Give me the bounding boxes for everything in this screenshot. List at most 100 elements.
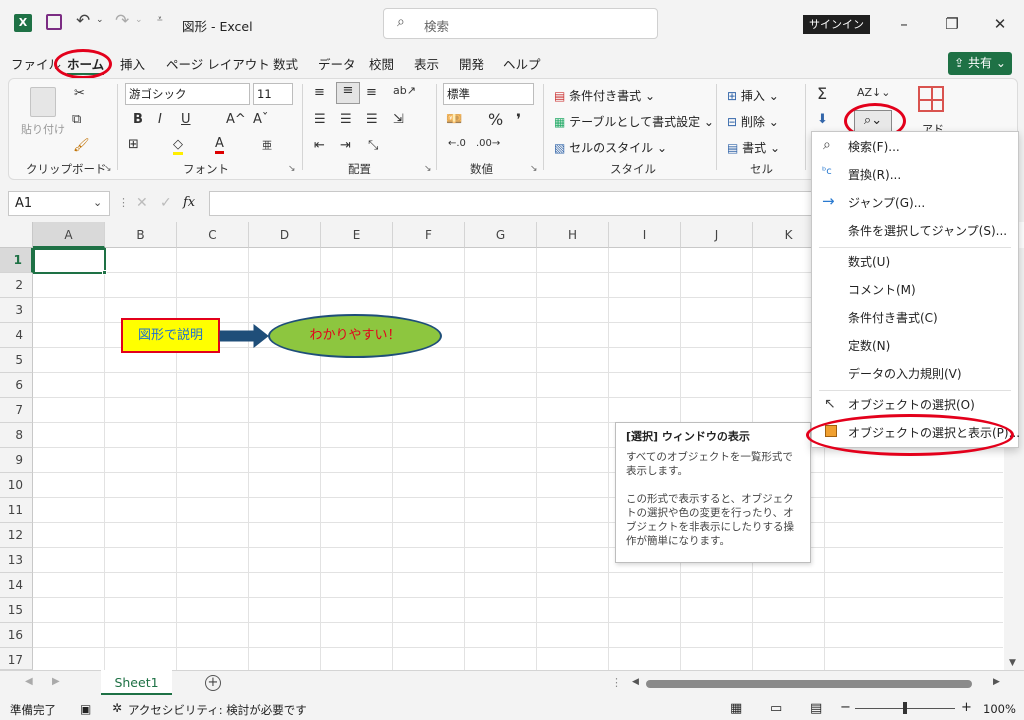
column-header[interactable]: J — [681, 222, 753, 248]
row-header[interactable]: 8 — [0, 423, 33, 448]
clipboard-launcher-icon[interactable]: ↘ — [104, 164, 112, 174]
percent-icon[interactable]: % — [488, 110, 503, 129]
column-header[interactable]: G — [465, 222, 537, 248]
row-header[interactable]: 7 — [0, 398, 33, 423]
shape-arrow[interactable] — [218, 322, 270, 350]
menu-item-goto-special[interactable]: 条件を選択してジャンプ(S)... — [848, 219, 1007, 243]
tab-formulas[interactable]: 数式 — [273, 54, 298, 73]
column-header[interactable]: F — [393, 222, 465, 248]
tab-help[interactable]: ヘルプ — [503, 54, 541, 73]
restore-icon[interactable]: ❐ — [938, 10, 966, 38]
insert-function-icon[interactable]: fx — [183, 195, 195, 210]
customize-qat-icon[interactable]: ⩡ — [157, 14, 163, 25]
font-launcher-icon[interactable]: ↘ — [288, 164, 296, 174]
menu-item-conditional[interactable]: 条件付き書式(C) — [848, 306, 938, 330]
align-center-icon[interactable]: ☰ — [340, 112, 352, 127]
decrease-decimal-icon[interactable]: .00→ — [476, 138, 500, 149]
menu-item-find[interactable]: 検索(F)... — [848, 135, 900, 159]
next-sheet-icon[interactable]: ▶ — [52, 676, 60, 687]
orientation-icon[interactable]: ab↗ — [393, 84, 416, 97]
row-header[interactable]: 6 — [0, 373, 33, 398]
active-cell-a1[interactable] — [33, 248, 106, 274]
accessibility-icon[interactable]: ✲ — [112, 701, 122, 715]
fill-color-icon[interactable]: ◇ — [173, 137, 183, 155]
column-header[interactable]: E — [321, 222, 393, 248]
border-icon[interactable]: ⊞ — [128, 137, 139, 152]
column-header[interactable]: I — [609, 222, 681, 248]
select-all-corner[interactable] — [0, 222, 33, 248]
save-icon[interactable] — [46, 14, 62, 30]
zoom-in-icon[interactable]: + — [961, 700, 972, 715]
row-header[interactable]: 16 — [0, 623, 33, 648]
paste-icon[interactable] — [30, 87, 56, 117]
formula-input[interactable] — [209, 191, 814, 216]
row-header[interactable]: 11 — [0, 498, 33, 523]
redo-icon[interactable]: ↷ — [115, 11, 129, 31]
cut-icon[interactable]: ✂ — [74, 86, 85, 101]
cell-styles-button[interactable]: ▧ セルのスタイル ⌄ — [554, 139, 667, 156]
menu-item-replace[interactable]: 置換(R)... — [848, 163, 901, 187]
search-box[interactable]: ⌕ 検索 — [383, 8, 658, 39]
fill-icon[interactable]: ⬇ — [817, 112, 828, 127]
font-name-combo[interactable]: 游ゴシック — [125, 83, 250, 105]
autosum-icon[interactable]: Σ — [817, 84, 827, 103]
page-layout-view-icon[interactable]: ▭ — [770, 701, 782, 716]
undo-dropdown-icon[interactable]: ⌄ — [96, 15, 104, 25]
zoom-out-icon[interactable]: − — [840, 700, 851, 715]
row-header[interactable]: 14 — [0, 573, 33, 598]
menu-item-goto[interactable]: ジャンプ(G)... — [848, 191, 925, 215]
undo-icon[interactable]: ↶ — [76, 11, 90, 31]
add-sheet-icon[interactable]: + — [205, 675, 221, 691]
menu-item-formulas[interactable]: 数式(U) — [848, 250, 890, 274]
macro-record-icon[interactable]: ▣ — [80, 702, 91, 716]
menu-item-constants[interactable]: 定数(N) — [848, 334, 890, 358]
decrease-font-icon[interactable]: Aˇ — [253, 112, 268, 127]
italic-icon[interactable]: I — [158, 112, 162, 127]
menu-item-comments[interactable]: コメント(M) — [848, 278, 916, 302]
scroll-left-icon[interactable]: ◀ — [632, 677, 639, 687]
bold-icon[interactable]: B — [133, 112, 143, 127]
share-button[interactable]: ⇪ 共有 ⌄ — [948, 52, 1012, 75]
number-launcher-icon[interactable]: ↘ — [530, 164, 538, 174]
align-right-icon[interactable]: ☰ — [366, 112, 378, 127]
namebox-dropdown-icon[interactable]: ⌄ — [93, 196, 102, 209]
scroll-right-icon[interactable]: ▶ — [993, 677, 1000, 687]
sheet-tab-sheet1[interactable]: Sheet1 — [101, 670, 172, 695]
zoom-slider-thumb[interactable] — [903, 702, 907, 714]
column-header[interactable]: C — [177, 222, 249, 248]
close-icon[interactable]: ✕ — [986, 10, 1014, 38]
tab-review[interactable]: 校閲 — [369, 54, 394, 73]
phonetic-icon[interactable]: 亜 — [262, 137, 272, 152]
row-header[interactable]: 12 — [0, 523, 33, 548]
currency-icon[interactable]: 💴 — [446, 112, 462, 127]
column-header[interactable]: H — [537, 222, 609, 248]
row-header[interactable]: 13 — [0, 548, 33, 573]
prev-sheet-icon[interactable]: ◀ — [25, 676, 33, 687]
column-header[interactable]: B — [105, 222, 177, 248]
wrap-text-icon[interactable]: ⇲ — [393, 112, 404, 127]
column-header[interactable]: A — [33, 222, 105, 248]
alignment-launcher-icon[interactable]: ↘ — [424, 164, 432, 174]
increase-font-icon[interactable]: A^ — [226, 112, 246, 127]
row-header[interactable]: 3 — [0, 298, 33, 323]
row-header[interactable]: 4 — [0, 323, 33, 348]
row-header[interactable]: 9 — [0, 448, 33, 473]
shape-label-box[interactable]: 図形で説明 — [121, 318, 220, 353]
tab-developer[interactable]: 開発 — [459, 54, 484, 73]
signin-button[interactable]: サインイン — [803, 15, 870, 34]
number-format-combo[interactable]: 標準 — [443, 83, 534, 105]
tab-data[interactable]: データ — [318, 54, 356, 73]
redo-dropdown-icon[interactable]: ⌄ — [135, 15, 143, 25]
row-header[interactable]: 2 — [0, 273, 33, 298]
shape-oval[interactable]: わかりやすい！ — [268, 314, 442, 358]
enter-icon[interactable]: ✓ — [160, 195, 172, 211]
underline-icon[interactable]: U — [181, 112, 191, 127]
comma-icon[interactable]: ❜ — [516, 110, 521, 129]
fill-handle[interactable] — [102, 270, 107, 275]
row-header[interactable]: 1 — [0, 248, 33, 273]
normal-view-icon[interactable]: ▦ — [730, 701, 742, 716]
tab-page-layout[interactable]: ページ レイアウト — [166, 54, 270, 73]
delete-cells-button[interactable]: ⊟ 削除 ⌄ — [727, 113, 779, 130]
minimize-icon[interactable]: – — [890, 10, 918, 38]
row-header[interactable]: 15 — [0, 598, 33, 623]
